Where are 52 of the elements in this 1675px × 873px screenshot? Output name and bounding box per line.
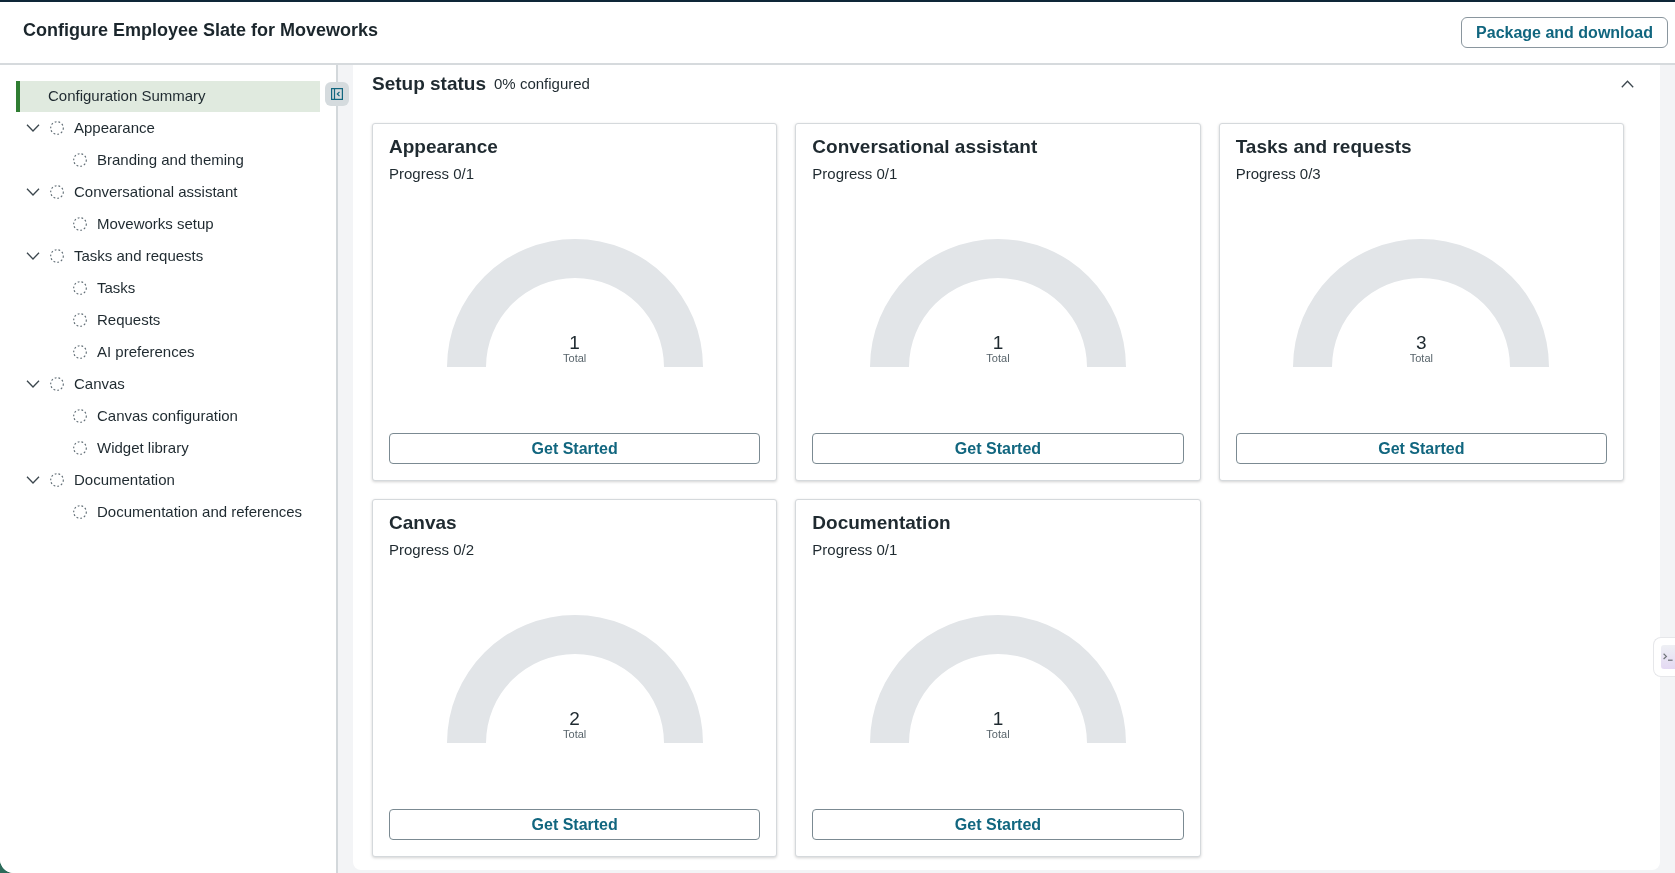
tree-item[interactable]: Documentation and references <box>16 496 320 528</box>
gauge-total-label: Total <box>563 352 587 364</box>
gauge-total-label: Total <box>986 352 1010 364</box>
gauge-total-value: 1 <box>569 333 580 352</box>
tree-item[interactable]: Branding and theming <box>16 144 320 176</box>
tree-item[interactable]: Documentation <box>16 464 320 496</box>
terminal-icon <box>1663 653 1673 661</box>
chevron-down-icon[interactable] <box>26 380 40 388</box>
gauge-total-value: 1 <box>992 333 1004 352</box>
chevron-down-icon[interactable] <box>26 188 40 196</box>
gauge-total-label: Total <box>1409 352 1433 364</box>
get-started-button[interactable]: Get Started <box>1235 433 1607 464</box>
get-started-button[interactable]: Get Started <box>389 809 761 840</box>
tree-item[interactable]: Requests <box>16 304 320 336</box>
progress-text: Progress 0/3 <box>1235 164 1322 184</box>
gauge-total-value: 3 <box>1416 333 1427 352</box>
chevron-down-icon[interactable] <box>26 124 40 132</box>
tree-item[interactable]: Tasks <box>16 272 320 304</box>
tree-item[interactable]: AI preferences <box>16 336 320 368</box>
collapse-sidebar-button[interactable] <box>325 82 349 106</box>
chevron-up-icon[interactable] <box>1621 80 1634 88</box>
gauge-total-label: Total <box>563 728 587 740</box>
gauge-total-label: Total <box>986 728 1010 740</box>
gauge-total-value: 2 <box>569 709 580 728</box>
page-title: Configure Employee Slate for Moveworks <box>23 19 379 42</box>
tree-item[interactable]: Configuration Summary <box>16 81 320 112</box>
tree-item[interactable]: Tasks and requests <box>16 240 320 272</box>
tree-item[interactable]: Canvas <box>16 368 320 400</box>
card-title: Tasks and requests <box>1235 135 1413 159</box>
get-started-button[interactable]: Get Started <box>812 809 1184 840</box>
progress-text: Progress 0/2 <box>389 540 476 560</box>
tree-item[interactable]: Appearance <box>16 112 320 144</box>
tree-item[interactable]: Conversational assistant <box>16 176 320 208</box>
tree-item[interactable]: Canvas configuration <box>16 400 320 432</box>
progress-text: Progress 0/1 <box>812 540 899 560</box>
card-title: Canvas <box>389 511 458 535</box>
configured-summary: 0% configured <box>494 73 590 94</box>
chevron-down-icon[interactable] <box>26 252 40 260</box>
get-started-button[interactable]: Get Started <box>389 433 761 464</box>
get-started-button[interactable]: Get Started <box>812 433 1184 464</box>
card-title: Appearance <box>389 135 499 159</box>
tree-item[interactable]: Moveworks setup <box>16 208 320 240</box>
sidebar-collapse-icon <box>331 88 343 100</box>
card-title: Documentation <box>812 511 952 535</box>
tree-item[interactable]: Widget library <box>16 432 320 464</box>
chevron-down-icon[interactable] <box>26 476 40 484</box>
card-title: Conversational assistant <box>812 135 1039 159</box>
progress-text: Progress 0/1 <box>812 164 899 184</box>
package-download-button[interactable]: Package and download <box>1461 17 1668 48</box>
section-title: Setup status <box>372 71 487 96</box>
gauge-total-value: 1 <box>992 709 1004 728</box>
progress-text: Progress 0/1 <box>389 164 476 184</box>
